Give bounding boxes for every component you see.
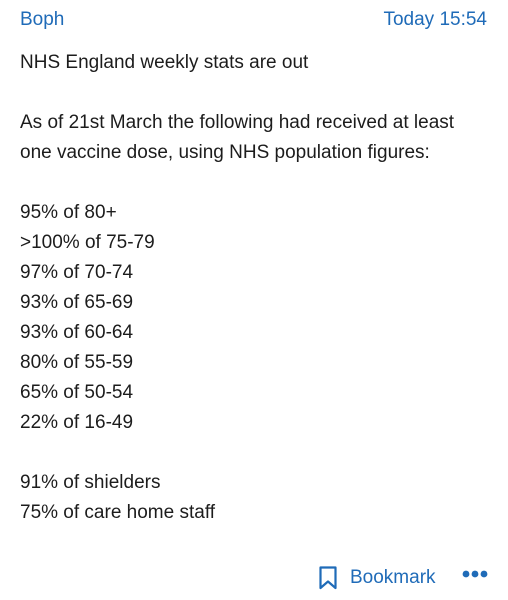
age-stat-line: 97% of 70-74 [20, 262, 134, 283]
age-stat-line: 80% of 55-59 [20, 352, 134, 373]
age-stat-line: 22% of 16-49 [20, 412, 134, 433]
age-stat-line: 95% of 80+ [20, 202, 117, 223]
post-intro: NHS England weekly stats are out [20, 52, 309, 73]
post-author-link[interactable]: Boph [20, 8, 64, 32]
post-actions: Bookmark [0, 562, 508, 594]
post-paragraph: As of 21st March the following had recei… [20, 112, 455, 163]
group-stat-line: 75% of care home staff [20, 502, 216, 523]
age-stat-line: >100% of 75-79 [20, 232, 155, 253]
forum-post: Boph Today 15:54 NHS England weekly stat… [0, 0, 508, 600]
age-stat-line: 65% of 50-54 [20, 382, 134, 403]
age-stat-line: 93% of 65-69 [20, 292, 134, 313]
post-body: NHS England weekly stats are out As of 2… [20, 48, 490, 528]
age-stat-line: 93% of 60-64 [20, 322, 134, 343]
age-stats-list: 95% of 80+ >100% of 75-79 97% of 70-74 9… [20, 198, 490, 438]
bookmark-button[interactable]: Bookmark [318, 564, 436, 592]
bookmark-icon [319, 566, 337, 590]
more-options-icon[interactable] [462, 568, 488, 580]
bookmark-label: Bookmark [350, 567, 436, 588]
group-stats-list: 91% of shielders 75% of care home staff [20, 468, 490, 528]
group-stat-line: 91% of shielders [20, 472, 161, 493]
post-timestamp: Today 15:54 [383, 9, 487, 30]
